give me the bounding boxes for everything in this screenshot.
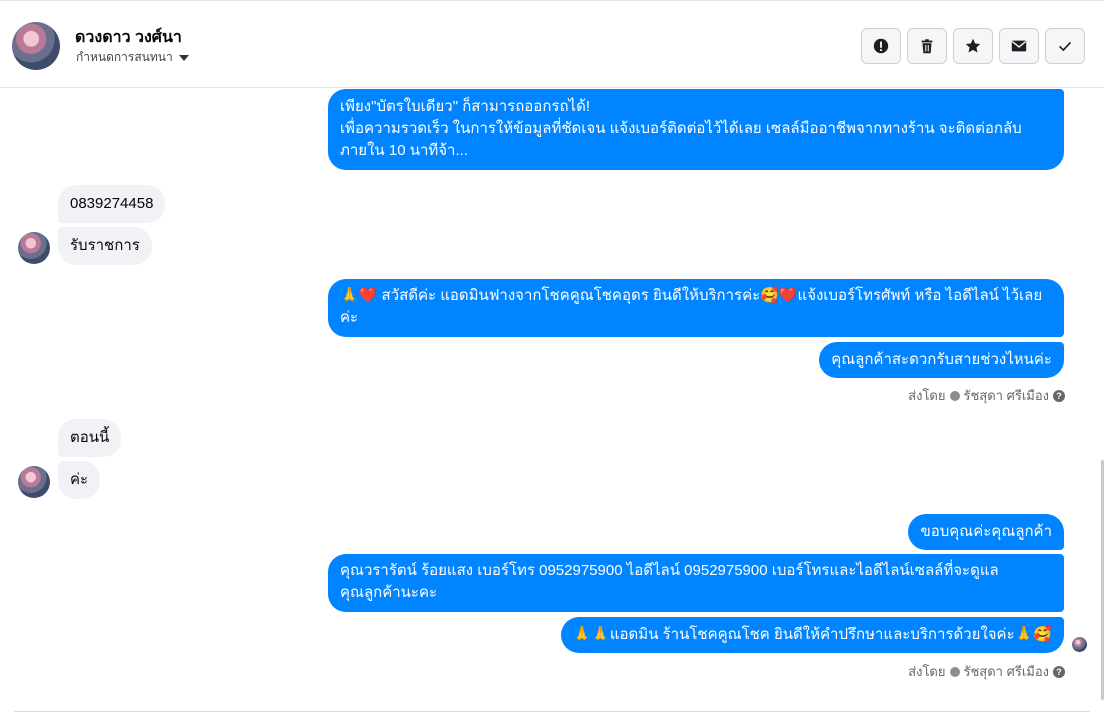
- contact-avatar[interactable]: [12, 22, 60, 70]
- sent-by-info: ส่งโดย รัชสุดา ศรีเมือง ?: [908, 385, 1065, 406]
- star-button[interactable]: [953, 28, 993, 64]
- outgoing-message: เพียง"บัตรใบเดียว" ก็สามารถออกรถได้! เพื…: [328, 89, 1064, 170]
- sent-by-info: ส่งโดย รัชสุดา ศรีเมือง ?: [908, 661, 1065, 682]
- contact-avatar-small: [18, 232, 50, 264]
- contact-name[interactable]: ดวงดาว วงศ์นา: [75, 25, 182, 50]
- message-line: เพื่อความรวดเร็ว ในการให้ข้อมูลที่ชัดเจน…: [340, 120, 1022, 137]
- outgoing-message: คุณวรารัตน์ ร้อยแสง เบอร์โทร 0952975900 …: [328, 554, 1064, 612]
- check-icon: [1059, 41, 1071, 52]
- alert-icon: [873, 38, 889, 54]
- business-suite-icon: [949, 666, 960, 677]
- incoming-message: ตอนนี้: [58, 419, 122, 457]
- composer-divider: [14, 711, 1090, 712]
- message-line: ค่ะ: [340, 309, 359, 326]
- help-icon[interactable]: ?: [1053, 665, 1065, 678]
- outgoing-message: ขอบคุณค่ะคุณลูกค้า: [908, 514, 1064, 550]
- help-icon[interactable]: ?: [1053, 389, 1065, 402]
- message-line: เพียง"บัตรใบเดียว" ก็สามารถออกรถได้!: [340, 98, 590, 115]
- conversation-toolbar: [861, 28, 1085, 64]
- assign-label: กำหนดการสนทนา: [76, 50, 173, 64]
- message-thread[interactable]: เพียง"บัตรใบเดียว" ก็สามารถออกรถได้! เพื…: [0, 88, 1100, 712]
- incoming-message: รับราชการ: [58, 227, 152, 265]
- star-icon: [965, 38, 981, 53]
- sent-by-label: ส่งโดย: [908, 664, 946, 679]
- incoming-message: 0839274458: [58, 185, 166, 223]
- conversation-header: ดวงดาว วงศ์นา กำหนดการสนทนา: [0, 0, 1104, 88]
- outgoing-message: 🙏❤️ สวัสดีค่ะ แอดมินฟางจากโชคคูณโชคอุดร …: [328, 279, 1064, 337]
- business-suite-icon: [949, 390, 960, 401]
- contact-avatar-small: [18, 466, 50, 498]
- message-line: คุณวรารัตน์ ร้อยแสง เบอร์โทร 0952975900 …: [340, 562, 999, 579]
- mark-unread-button[interactable]: [999, 28, 1039, 64]
- outgoing-message: 🙏🙏แอดมิน ร้านโชคคูณโชค ยินดีให้คำปรึกษาแ…: [560, 617, 1064, 653]
- trash-icon: [921, 39, 933, 54]
- message-line: 🙏❤️ สวัสดีค่ะ แอดมินฟางจากโชคคูณโชคอุดร …: [340, 287, 1043, 304]
- outgoing-message: คุณลูกค้าสะดวกรับสายช่วงไหนค่ะ: [819, 342, 1064, 378]
- mark-done-button[interactable]: [1045, 28, 1085, 64]
- message-line: ภายใน 10 นาทีจ้า...: [340, 142, 468, 159]
- incoming-message: ค่ะ: [58, 461, 101, 499]
- conversation-assign-dropdown[interactable]: กำหนดการสนทนา: [76, 48, 189, 67]
- seen-receipt-avatar: [1072, 637, 1087, 652]
- sent-by-label: ส่งโดย: [908, 388, 946, 403]
- envelope-icon: [1011, 40, 1027, 52]
- caret-down-icon: [178, 55, 189, 61]
- delete-button[interactable]: [907, 28, 947, 64]
- sender-name[interactable]: รัชสุดา ศรีเมือง: [964, 385, 1050, 406]
- sender-name[interactable]: รัชสุดา ศรีเมือง: [964, 661, 1050, 682]
- report-button[interactable]: [861, 28, 901, 64]
- message-line: คุณลูกค้านะคะ: [340, 584, 438, 601]
